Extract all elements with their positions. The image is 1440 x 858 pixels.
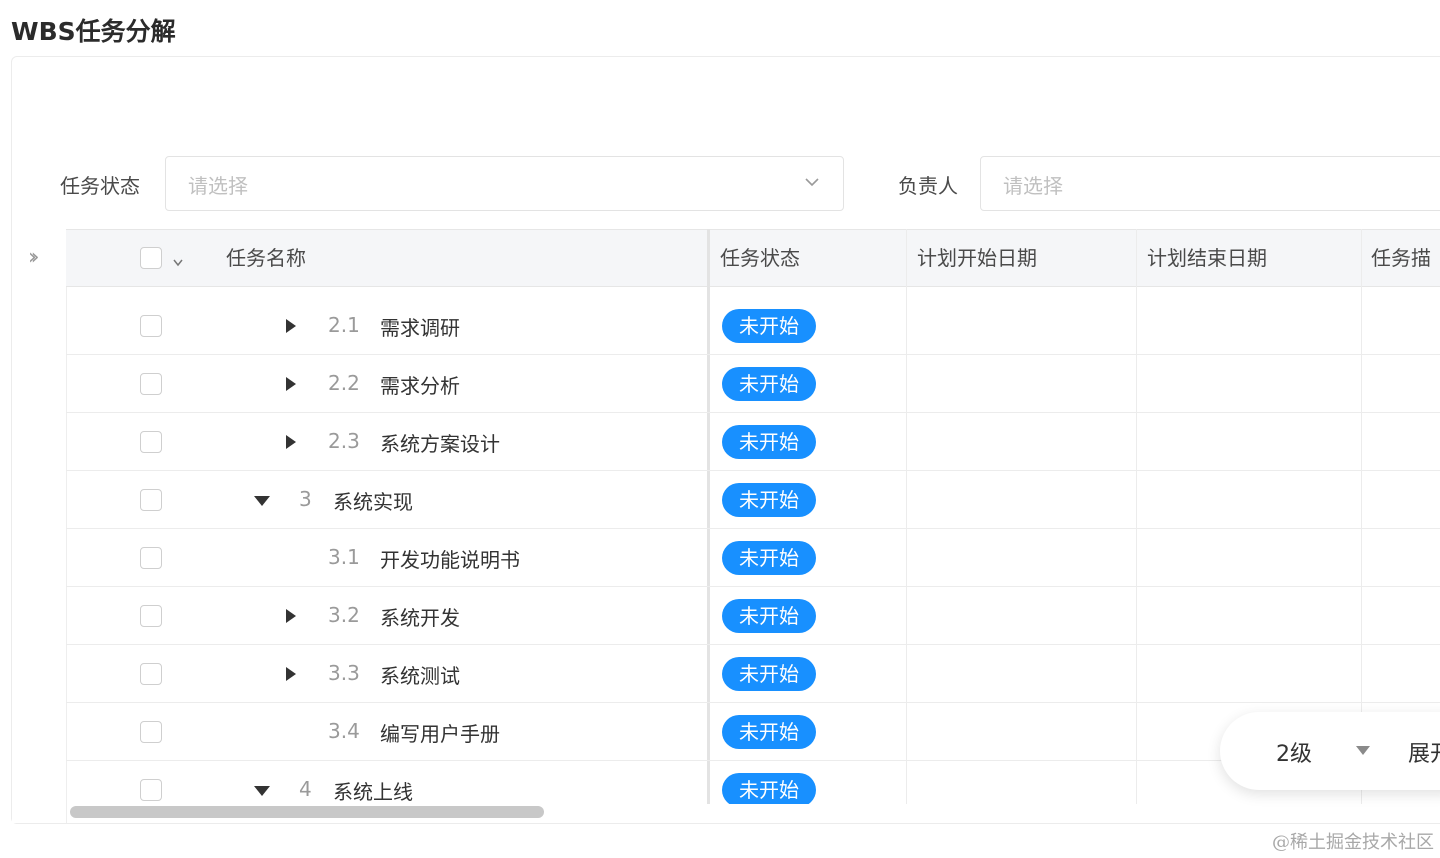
table-row[interactable]: 2.1 需求调研 未开始 bbox=[66, 297, 1440, 355]
status-filter-label: 任务状态 bbox=[60, 174, 140, 198]
status-badge: 未开始 bbox=[722, 483, 816, 517]
task-number: 4 bbox=[299, 777, 312, 801]
status-badge: 未开始 bbox=[722, 309, 816, 343]
expand-caret-icon[interactable] bbox=[286, 609, 296, 623]
task-number: 3.2 bbox=[328, 603, 360, 627]
task-name: 需求分析 bbox=[380, 374, 460, 398]
status-badge: 未开始 bbox=[722, 541, 816, 575]
column-header-status[interactable]: 任务状态 bbox=[720, 230, 800, 286]
status-badge: 未开始 bbox=[722, 425, 816, 459]
task-name: 开发功能说明书 bbox=[380, 548, 520, 572]
row-checkbox[interactable] bbox=[140, 605, 162, 627]
horizontal-scrollbar[interactable] bbox=[70, 806, 544, 818]
double-chevron-right-icon[interactable]: ›› bbox=[28, 245, 39, 270]
task-number: 3.1 bbox=[328, 545, 360, 569]
collapse-caret-icon[interactable] bbox=[254, 496, 270, 506]
table-row[interactable]: 3 系统实现 未开始 bbox=[66, 471, 1440, 529]
chevron-down-icon bbox=[805, 178, 819, 187]
level-control: 2级 展开 bbox=[1220, 712, 1440, 790]
row-checkbox[interactable] bbox=[140, 431, 162, 453]
status-badge: 未开始 bbox=[722, 715, 816, 749]
expand-button[interactable]: 展开 bbox=[1408, 736, 1440, 768]
expand-caret-icon[interactable] bbox=[286, 319, 296, 333]
task-name: 系统测试 bbox=[380, 664, 460, 688]
select-all-checkbox[interactable] bbox=[140, 247, 162, 269]
watermark: @稀土掘金技术社区 bbox=[1272, 832, 1434, 853]
expand-caret-icon[interactable] bbox=[286, 377, 296, 391]
table-row[interactable]: 2.3 系统方案设计 未开始 bbox=[66, 413, 1440, 471]
status-badge: 未开始 bbox=[722, 367, 816, 401]
task-name: 需求调研 bbox=[380, 316, 460, 340]
collapse-caret-icon[interactable] bbox=[254, 786, 270, 796]
task-number: 2.1 bbox=[328, 313, 360, 337]
status-filter-placeholder: 请选择 bbox=[188, 174, 248, 198]
row-checkbox[interactable] bbox=[140, 373, 162, 395]
row-checkbox[interactable] bbox=[140, 315, 162, 337]
wbs-table: 任务名称 任务状态 计划开始日期 计划结束日期 任务描 2.1 需求调研 未开始 2.… bbox=[66, 229, 1440, 804]
page-title: WBS任务分解 bbox=[11, 17, 176, 46]
table-header: 任务名称 任务状态 计划开始日期 计划结束日期 任务描 bbox=[66, 229, 1440, 287]
status-badge: 未开始 bbox=[722, 657, 816, 691]
chevron-down-icon[interactable] bbox=[172, 258, 184, 268]
task-number: 3 bbox=[299, 487, 312, 511]
status-badge: 未开始 bbox=[722, 773, 816, 804]
row-checkbox[interactable] bbox=[140, 779, 162, 801]
column-header-description[interactable]: 任务描 bbox=[1371, 230, 1431, 286]
owner-filter-select[interactable]: 请选择 bbox=[980, 156, 1440, 211]
task-number: 2.3 bbox=[328, 429, 360, 453]
table-row[interactable]: 3.2 系统开发 未开始 bbox=[66, 587, 1440, 645]
task-number: 2.2 bbox=[328, 371, 360, 395]
table-row[interactable]: 3.3 系统测试 未开始 bbox=[66, 645, 1440, 703]
status-badge: 未开始 bbox=[722, 599, 816, 633]
table-row[interactable]: 3.1 开发功能说明书 未开始 bbox=[66, 529, 1440, 587]
column-header-name[interactable]: 任务名称 bbox=[226, 230, 306, 286]
row-checkbox[interactable] bbox=[140, 547, 162, 569]
task-name: 系统实现 bbox=[333, 490, 413, 514]
table-row[interactable]: 2.2 需求分析 未开始 bbox=[66, 355, 1440, 413]
task-name: 编写用户手册 bbox=[380, 722, 500, 746]
task-number: 3.3 bbox=[328, 661, 360, 685]
expand-caret-icon[interactable] bbox=[286, 435, 296, 449]
owner-filter-placeholder: 请选择 bbox=[1003, 174, 1063, 198]
task-name: 系统方案设计 bbox=[380, 432, 500, 456]
caret-down-icon[interactable] bbox=[1356, 746, 1370, 755]
side-rail: ›› bbox=[12, 229, 67, 823]
status-filter-select[interactable]: 请选择 bbox=[165, 156, 844, 211]
task-number: 3.4 bbox=[328, 719, 360, 743]
task-name: 系统上线 bbox=[333, 780, 413, 804]
owner-filter-label: 负责人 bbox=[898, 174, 958, 198]
column-header-start-date[interactable]: 计划开始日期 bbox=[917, 230, 1037, 286]
row-checkbox[interactable] bbox=[140, 489, 162, 511]
column-header-end-date[interactable]: 计划结束日期 bbox=[1147, 230, 1267, 286]
expand-caret-icon[interactable] bbox=[286, 667, 296, 681]
row-checkbox[interactable] bbox=[140, 663, 162, 685]
level-select-value[interactable]: 2级 bbox=[1276, 736, 1312, 768]
task-name: 系统开发 bbox=[380, 606, 460, 630]
row-checkbox[interactable] bbox=[140, 721, 162, 743]
